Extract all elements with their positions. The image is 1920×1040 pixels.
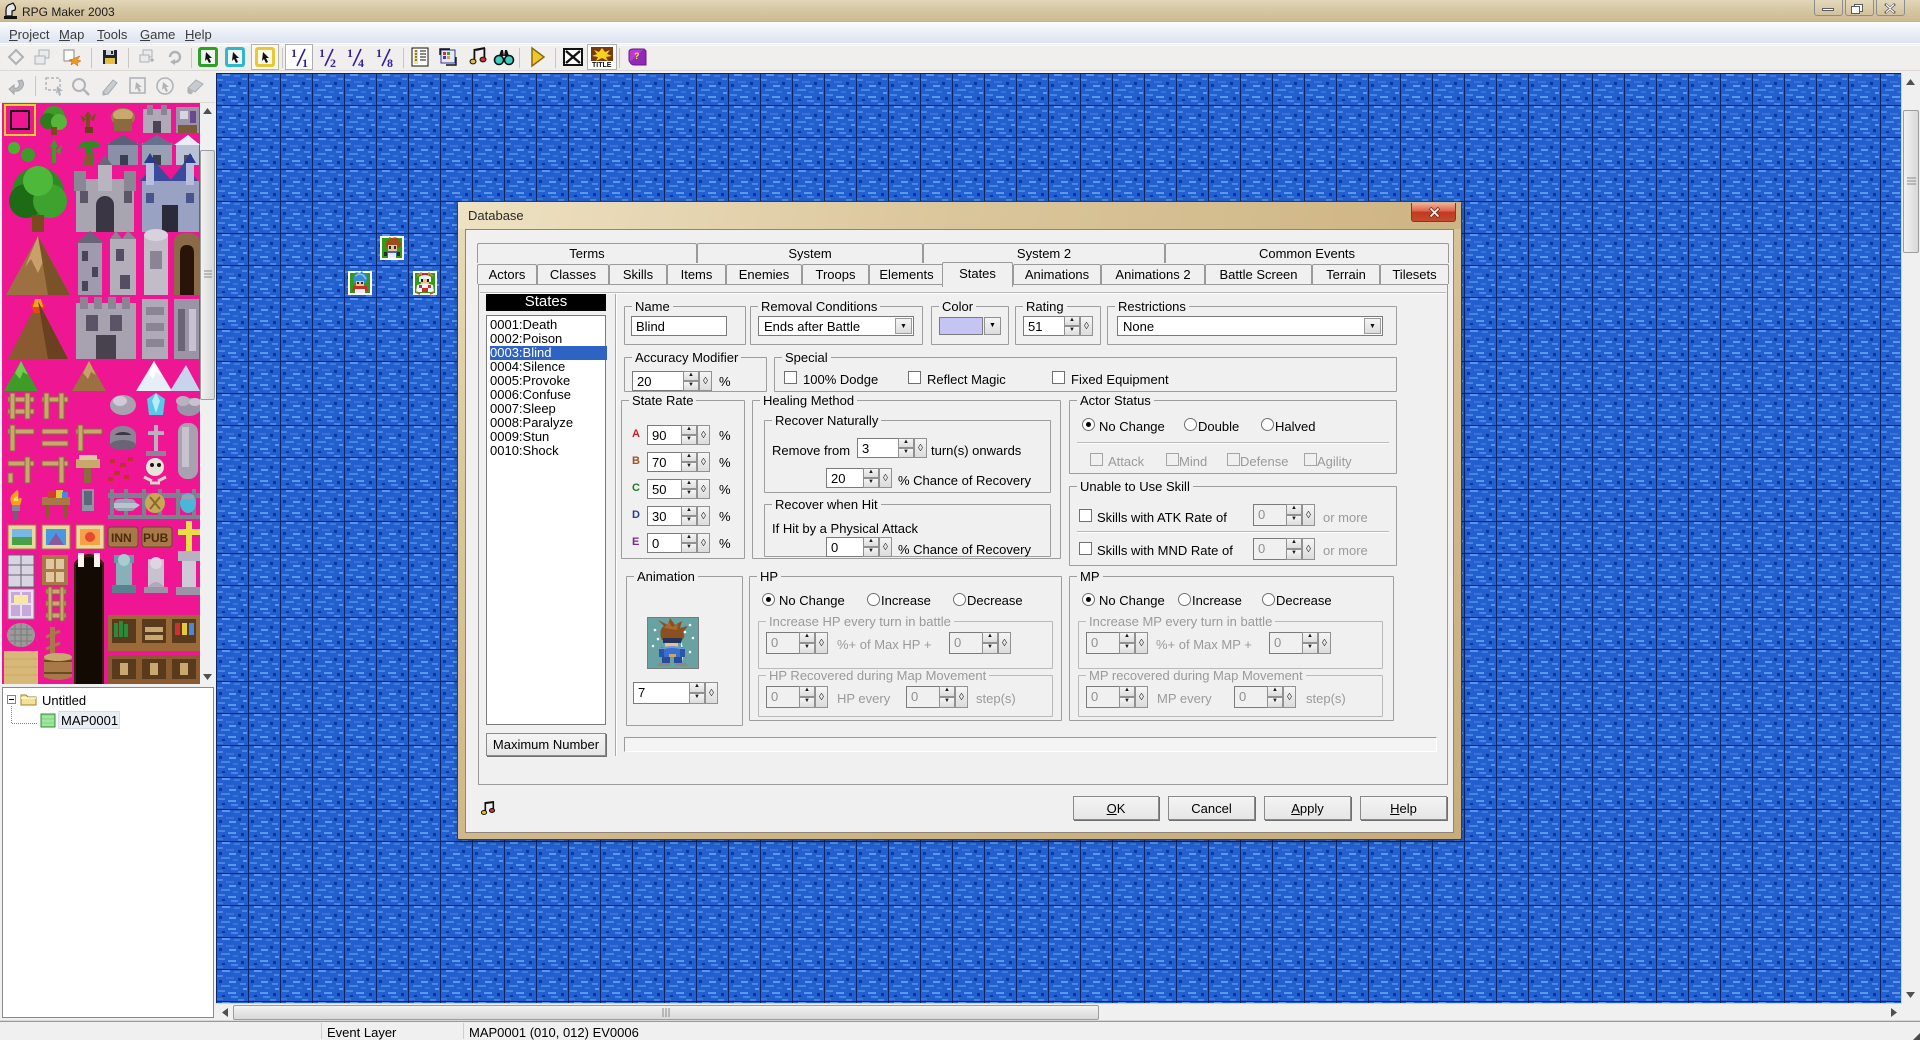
svg-text:4: 4	[358, 56, 364, 68]
svg-text:1: 1	[291, 46, 297, 60]
svg-text:?: ?	[634, 51, 640, 61]
svg-text:1: 1	[302, 56, 308, 68]
svg-text:1: 1	[319, 46, 325, 60]
svg-text:TITLE: TITLE	[592, 62, 612, 68]
svg-text:1: 1	[376, 46, 382, 60]
svg-text:8: 8	[387, 56, 393, 68]
svg-text:2: 2	[330, 56, 336, 68]
svg-text:1: 1	[347, 46, 353, 60]
svg-text:INN: INN	[111, 531, 132, 545]
svg-text:PUB: PUB	[143, 531, 169, 545]
